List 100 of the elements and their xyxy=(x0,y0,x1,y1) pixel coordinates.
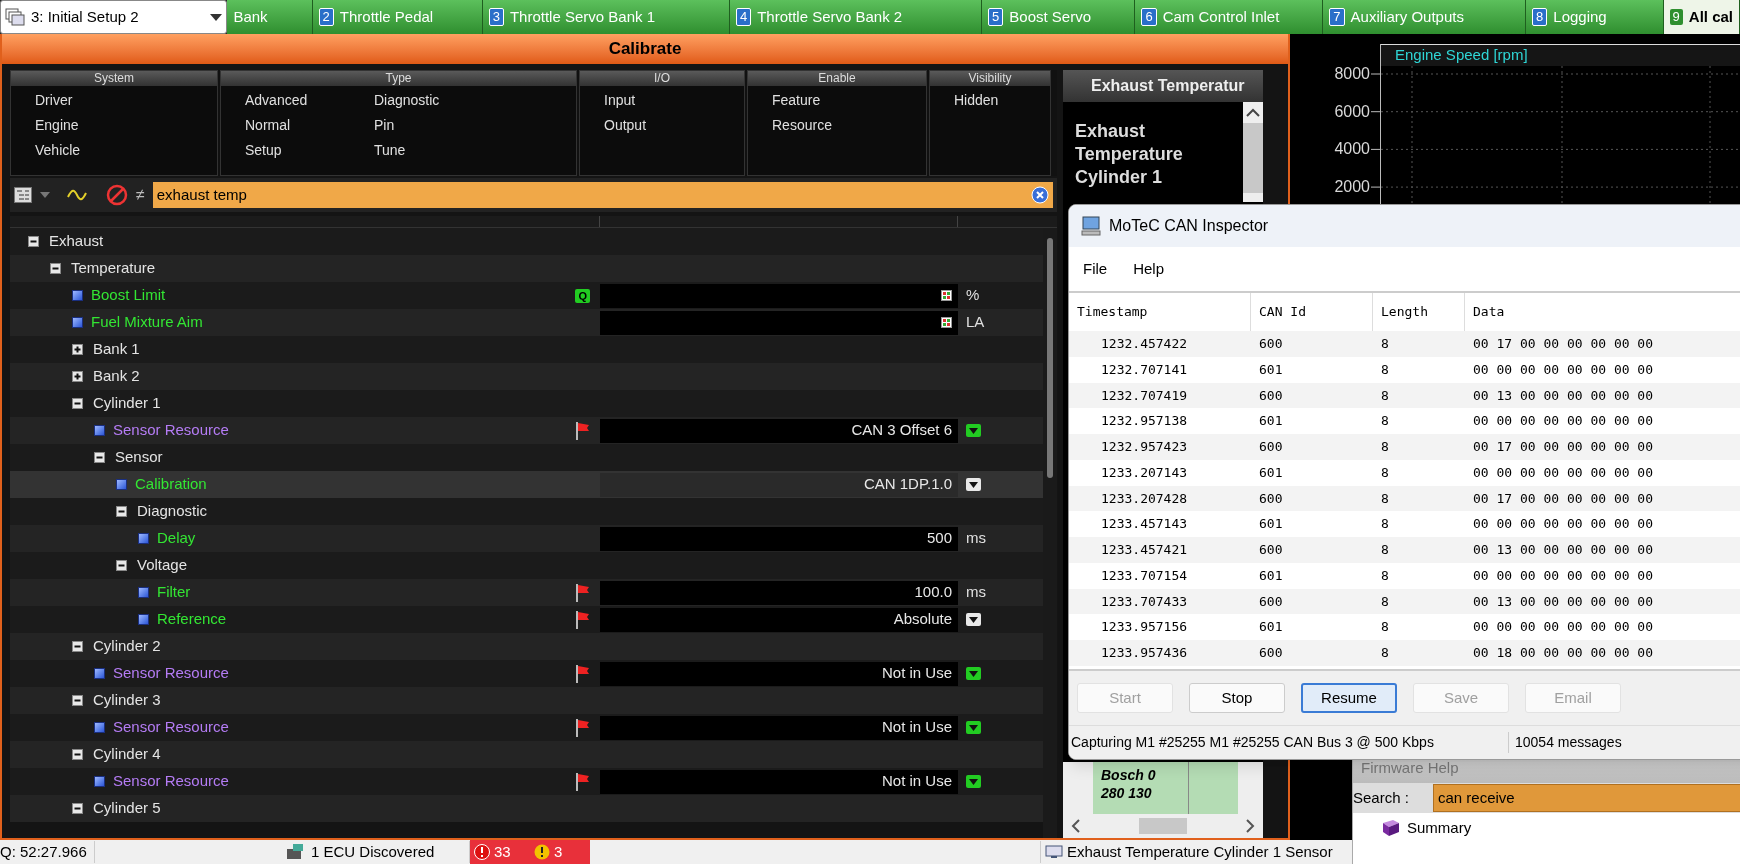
filter-option[interactable]: Vehicle xyxy=(35,142,135,159)
tree-row[interactable]: Delay 500 ms xyxy=(10,525,1043,552)
value-field[interactable]: CAN 3 Offset 6 xyxy=(600,418,958,443)
value-field[interactable]: CAN 1DP.1.0 xyxy=(600,472,958,497)
menu-item[interactable]: File xyxy=(1083,257,1108,281)
action-button[interactable]: Resume xyxy=(1301,683,1397,713)
tree-view-icon[interactable] xyxy=(14,187,32,203)
tree-row[interactable]: Diagnostic xyxy=(10,498,1043,525)
scrollbar-thumb[interactable] xyxy=(1139,818,1187,834)
filter-option[interactable]: Tune xyxy=(374,142,474,159)
tab[interactable]: 9 All cal xyxy=(1663,0,1740,34)
tree-row[interactable]: Bank 1 xyxy=(10,336,1043,363)
table-icon[interactable] xyxy=(941,317,952,328)
value-field[interactable]: Not in Use xyxy=(600,661,958,686)
filter-option[interactable]: Advanced xyxy=(245,92,345,109)
scrollbar[interactable] xyxy=(1043,228,1057,838)
alert-counts[interactable]: 33 3 xyxy=(470,840,590,864)
wave-icon[interactable] xyxy=(66,188,88,202)
tree-row[interactable]: Sensor Resource Not in Use xyxy=(10,714,1043,741)
filter-option[interactable]: Pin xyxy=(374,117,474,134)
action-button[interactable]: Stop xyxy=(1189,683,1285,713)
value-field[interactable] xyxy=(600,283,958,308)
tab[interactable]: 8 Logging xyxy=(1526,0,1664,34)
search-field[interactable]: exhaust temp xyxy=(152,182,1053,208)
tree-row[interactable]: Cylinder 2 xyxy=(10,633,1043,660)
tab[interactable]: 2 Throttle Pedal xyxy=(312,0,483,34)
tree-row[interactable]: Calibration CAN 1DP.1.0 xyxy=(10,471,1043,498)
tree-row[interactable]: Reference Absolute xyxy=(10,606,1043,633)
collapse-icon[interactable] xyxy=(116,560,127,571)
tree-row[interactable]: Boost Limit Q % xyxy=(10,282,1043,309)
tree-row[interactable]: Cylinder 4 xyxy=(10,741,1043,768)
tab[interactable]: 4 Throttle Servo Bank 2 xyxy=(729,0,983,34)
column-header[interactable]: Data xyxy=(1465,293,1740,331)
group-label: Cylinder 5 xyxy=(93,798,161,819)
value-field[interactable]: 100.0 xyxy=(600,580,958,605)
filter-option[interactable]: Input xyxy=(604,92,704,109)
collapse-icon[interactable] xyxy=(50,263,61,274)
value-field[interactable]: Not in Use xyxy=(600,715,958,740)
dropdown-button[interactable] xyxy=(966,721,981,734)
collapse-icon[interactable] xyxy=(72,398,83,409)
value-field[interactable]: Not in Use xyxy=(600,769,958,794)
tree-row[interactable]: Voltage xyxy=(10,552,1043,579)
filter-option[interactable]: Hidden xyxy=(954,92,1050,109)
help-topic[interactable]: Summary xyxy=(1407,817,1472,840)
tab[interactable]: 6 Cam Control Inlet xyxy=(1135,0,1324,34)
tree-row[interactable]: Cylinder 5 xyxy=(10,795,1043,822)
collapse-icon[interactable] xyxy=(72,641,83,652)
value-field[interactable]: Absolute xyxy=(600,607,958,632)
filter-option[interactable]: Engine xyxy=(35,117,135,134)
tab-number: 7 xyxy=(1329,8,1345,26)
scrollbar-thumb[interactable] xyxy=(1243,123,1263,193)
tree-row[interactable]: Exhaust xyxy=(10,228,1043,255)
expand-icon[interactable] xyxy=(72,371,83,382)
filter-option[interactable]: Diagnostic xyxy=(374,92,474,109)
tab[interactable]: 3 Throttle Servo Bank 1 xyxy=(482,0,730,34)
value-field[interactable] xyxy=(600,310,958,335)
table-cell-text: 600 xyxy=(1258,541,1284,560)
scroll-up-icon[interactable] xyxy=(1246,108,1260,117)
value-field[interactable]: 500 xyxy=(600,526,958,551)
dropdown-button[interactable] xyxy=(966,667,981,680)
collapse-icon[interactable] xyxy=(94,452,105,463)
dropdown-button[interactable] xyxy=(966,613,981,626)
tree-row[interactable]: Sensor xyxy=(10,444,1043,471)
tree-row[interactable]: Cylinder 1 xyxy=(10,390,1043,417)
collapse-icon[interactable] xyxy=(72,695,83,706)
collapse-icon[interactable] xyxy=(72,803,83,814)
tab[interactable]: 5 Boost Servo xyxy=(982,0,1136,34)
dropdown-button[interactable] xyxy=(966,424,981,437)
scroll-left-icon[interactable] xyxy=(1071,819,1081,833)
tree-row[interactable]: Fuel Mixture Aim LA xyxy=(10,309,1043,336)
collapse-icon[interactable] xyxy=(116,506,127,517)
clear-icon[interactable] xyxy=(1031,186,1049,204)
filter-option[interactable]: Setup xyxy=(245,142,345,159)
dropdown-button[interactable] xyxy=(966,775,981,788)
table-icon[interactable] xyxy=(941,290,952,301)
tree-row[interactable]: Bank 2 xyxy=(10,363,1043,390)
tree-row[interactable]: Temperature xyxy=(10,255,1043,282)
no-entry-icon[interactable] xyxy=(106,184,128,206)
tree-row[interactable]: Sensor Resource Not in Use xyxy=(10,768,1043,795)
tree-row[interactable]: Cylinder 3 xyxy=(10,687,1043,714)
expand-icon[interactable] xyxy=(72,344,83,355)
dropdown-button[interactable] xyxy=(966,478,981,491)
filter-option[interactable]: Driver xyxy=(35,92,135,109)
filter-option[interactable]: Resource xyxy=(772,117,872,134)
tree-row[interactable]: Filter 100.0 ms xyxy=(10,579,1043,606)
menu-item[interactable]: Help xyxy=(1133,257,1165,281)
parameter-icon xyxy=(94,668,105,679)
search-field[interactable]: can receive xyxy=(1433,784,1740,812)
not-equal-toggle[interactable]: ≠ xyxy=(136,183,145,207)
collapse-icon[interactable] xyxy=(28,236,39,247)
tab[interactable]: 7 Auxiliary Outputs xyxy=(1323,0,1527,34)
tree-row[interactable]: Sensor Resource CAN 3 Offset 6 xyxy=(10,417,1043,444)
workbook-dropdown[interactable]: 3: Initial Setup 2 xyxy=(0,0,228,34)
filter-option[interactable]: Output xyxy=(604,117,704,134)
collapse-icon[interactable] xyxy=(72,749,83,760)
scroll-right-icon[interactable] xyxy=(1245,819,1255,833)
caret-icon[interactable] xyxy=(40,192,50,198)
tree-row[interactable]: Sensor Resource Not in Use xyxy=(10,660,1043,687)
filter-option[interactable]: Normal xyxy=(245,117,345,134)
filter-option[interactable]: Feature xyxy=(772,92,872,109)
